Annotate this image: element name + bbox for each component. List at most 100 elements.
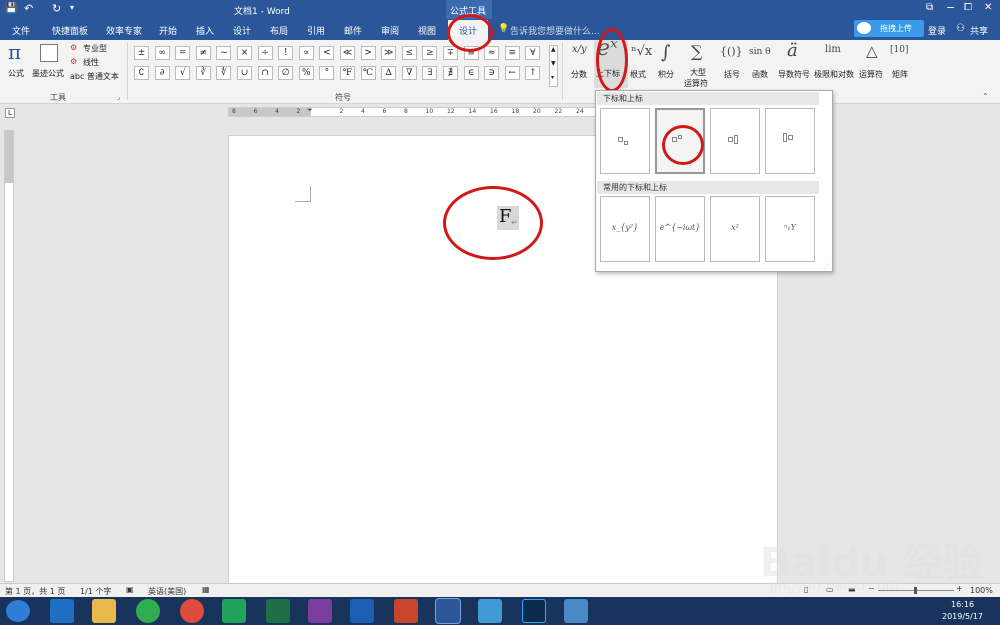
symbol-button[interactable]: ≡ (504, 46, 520, 60)
ink-formula-button[interactable]: 墨迹公式 (32, 42, 68, 82)
vertical-ruler[interactable] (4, 130, 14, 582)
tab-quick-panel[interactable]: 快捷面板 (52, 24, 88, 37)
limit-log-button[interactable]: lim 极限和对数 (814, 42, 856, 88)
word-count[interactable]: 1/1 个字 (80, 586, 111, 597)
symbol-button[interactable]: ! (278, 46, 294, 60)
excel-icon[interactable] (266, 599, 290, 623)
symbol-button[interactable]: ∁ (134, 66, 149, 80)
photo-viewer-icon[interactable] (564, 599, 588, 623)
symbol-button[interactable]: ∝ (298, 46, 314, 60)
scroll-down-icon[interactable]: ▼ (551, 60, 556, 67)
function-button[interactable]: sin θ 函数 (749, 42, 777, 88)
common-script-4[interactable]: ⁿ₁Y (765, 196, 815, 262)
symbol-button[interactable]: ∅ (278, 66, 294, 80)
symbol-button[interactable]: > (360, 46, 376, 60)
tab-home[interactable]: 开始 (159, 24, 177, 37)
common-script-2[interactable]: e^{−iωt} (655, 196, 705, 262)
symbol-button[interactable]: ℉ (340, 66, 355, 80)
tab-layout[interactable]: 布局 (270, 24, 288, 37)
symbol-button[interactable]: % (298, 66, 314, 80)
resize-grip-icon[interactable]: ⋰ (823, 263, 829, 270)
language[interactable]: 英语(美国) (148, 586, 186, 597)
large-operator-button[interactable]: ∑ 大型 运算符 (682, 42, 714, 88)
integral-button[interactable]: ∫ 积分 (656, 42, 680, 88)
symbol-button[interactable]: ∀ (525, 46, 541, 60)
tab-review[interactable]: 审阅 (381, 24, 399, 37)
tab-insert[interactable]: 插入 (196, 24, 214, 37)
symbol-button[interactable]: ÷ (257, 46, 273, 60)
common-script-1[interactable]: x_{y²} (600, 196, 650, 262)
collapse-ribbon-icon[interactable]: ⌃ (982, 92, 989, 101)
login-link[interactable]: 登录 (928, 24, 946, 37)
close-icon[interactable]: ✕ (984, 2, 992, 13)
symbol-button[interactable]: ∛ (195, 66, 211, 80)
outlook-icon[interactable] (350, 599, 374, 623)
tab-efficiency[interactable]: 效率专家 (106, 24, 142, 37)
undo-icon[interactable]: ↶ (24, 2, 33, 15)
left-subsuperscript-tile[interactable] (765, 108, 815, 174)
tab-mailings[interactable]: 邮件 (344, 24, 362, 37)
symbol-button[interactable]: ℃ (360, 66, 376, 80)
symbol-button[interactable]: √ (175, 66, 191, 80)
radical-button[interactable]: ⁿ√x 根式 (630, 42, 654, 88)
accent-button[interactable]: ä 导数符号 (778, 40, 812, 88)
symbol-button[interactable]: ∜ (216, 66, 232, 80)
tab-selector-icon[interactable]: L (5, 108, 15, 118)
tab-view[interactable]: 视图 (418, 24, 436, 37)
share-icon[interactable]: ⚇ (956, 23, 965, 34)
proofing-icon[interactable]: ▣ (126, 585, 134, 594)
matrix-button[interactable]: [10] 矩阵 (888, 42, 914, 88)
tab-design[interactable]: 设计 (233, 24, 251, 37)
subsuperscript-tile[interactable] (710, 108, 760, 174)
symbol-button[interactable]: × (237, 46, 252, 60)
explorer-icon[interactable] (92, 599, 116, 623)
symbol-button[interactable]: ∈ (463, 66, 479, 80)
wps-sheet-icon[interactable] (222, 599, 246, 623)
symbol-button[interactable]: < (319, 46, 335, 60)
symbol-button[interactable]: = (175, 46, 191, 60)
symbol-button[interactable]: ± (134, 46, 149, 60)
tab-file[interactable]: 文件 (12, 24, 30, 37)
fraction-button[interactable]: x/y 分数 (568, 42, 592, 88)
formula-button[interactable]: π 公式 (6, 40, 30, 82)
powerpoint-icon[interactable] (394, 599, 418, 623)
common-script-3[interactable]: x² (710, 196, 760, 262)
symbol-button[interactable]: ∞ (154, 46, 170, 60)
symbol-button[interactable]: ° (319, 66, 335, 80)
dialog-launcher-icon[interactable]: ⌟ (117, 93, 120, 101)
scroll-up-icon[interactable]: ▲ (551, 46, 556, 53)
linear-button[interactable]: ⚙ 线性 (70, 57, 122, 68)
chrome-icon[interactable] (180, 599, 204, 623)
symbol-button[interactable]: ∄ (443, 66, 458, 80)
symbol-button[interactable]: ≥ (422, 46, 438, 60)
symbol-button[interactable]: ≠ (195, 46, 211, 60)
symbol-button[interactable]: ∩ (257, 66, 273, 80)
symbol-button[interactable]: ∂ (154, 66, 170, 80)
symbol-button[interactable]: ↑ (525, 66, 541, 80)
onenote-icon[interactable] (308, 599, 332, 623)
minimize-icon[interactable]: − (946, 1, 955, 14)
save-icon[interactable]: 💾 (5, 3, 17, 14)
word-icon[interactable] (435, 598, 461, 624)
expand-gallery-icon[interactable]: ▾ (551, 74, 554, 81)
customize-qat-icon[interactable]: ▾ (70, 3, 74, 12)
symbol-button[interactable]: ≈ (484, 46, 500, 60)
bracket-button[interactable]: {()} 括号 (718, 42, 748, 88)
symbol-button[interactable]: ∋ (484, 66, 500, 80)
symbol-button[interactable]: ← (504, 66, 520, 80)
ribbon-display-icon[interactable]: ⧉ (926, 2, 933, 13)
media-player-icon[interactable] (478, 599, 502, 623)
page-count[interactable]: 第 1 页，共 1 页 (5, 586, 65, 597)
ie-icon[interactable] (50, 599, 74, 623)
symbol-button[interactable]: ≤ (401, 46, 417, 60)
symbol-button[interactable]: ∃ (422, 66, 438, 80)
normal-text-button[interactable]: abc 普通文本 (70, 71, 126, 82)
clock-time[interactable]: 16:16 (951, 600, 974, 609)
tell-me-box[interactable]: 告诉我您想要做什么... (510, 24, 600, 37)
upload-button[interactable]: 拖拽上传 (854, 20, 924, 37)
symbol-button[interactable]: ∆ (381, 66, 397, 80)
symbol-button[interactable]: ≪ (340, 46, 355, 60)
symbol-button[interactable]: ≫ (381, 46, 397, 60)
redo-icon[interactable]: ↻ (52, 2, 61, 15)
maximize-icon[interactable]: ⧠ (964, 2, 972, 13)
